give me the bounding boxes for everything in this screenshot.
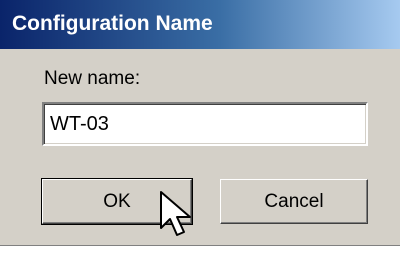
dialog-title: Configuration Name [12,12,213,35]
window-bottom-edge [0,245,400,255]
title-bar[interactable]: Configuration Name [0,0,400,49]
cancel-button[interactable]: Cancel [220,179,368,224]
arrow-cursor-icon [160,191,191,236]
new-name-label: New name: [44,68,141,89]
configuration-name-dialog: Configuration Name New name: OK Cancel [0,0,400,255]
new-name-input[interactable] [42,102,368,146]
